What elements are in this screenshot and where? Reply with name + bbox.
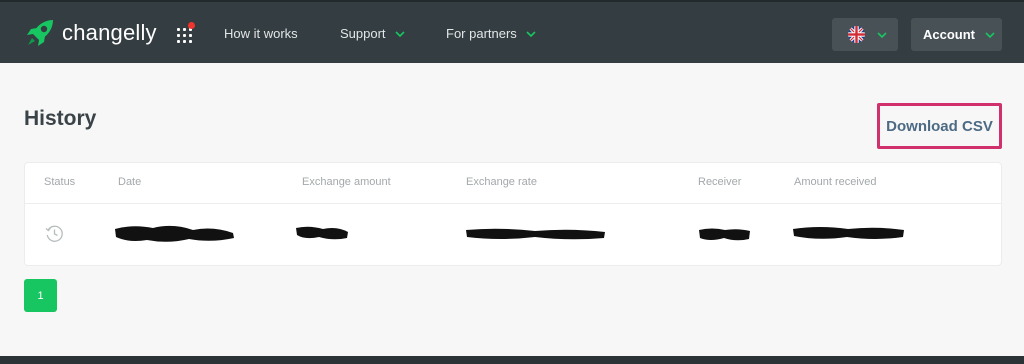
- brand-name: changelly: [62, 20, 157, 45]
- footer-bar: [0, 356, 1024, 364]
- redacted-exchange-amount: [296, 226, 348, 240]
- nav-label: How it works: [224, 26, 298, 41]
- uk-flag-icon: [848, 26, 865, 43]
- page-number: 1: [37, 289, 44, 302]
- account-button[interactable]: Account: [911, 18, 1002, 51]
- nav-support[interactable]: Support: [340, 26, 405, 41]
- notification-dot: [188, 22, 195, 29]
- redacted-amount-received: [793, 227, 904, 239]
- apps-grid-icon[interactable]: [177, 22, 195, 43]
- brand-logo[interactable]: changelly: [24, 16, 157, 50]
- nav-for-partners[interactable]: For partners: [446, 26, 536, 41]
- redacted-receiver: [699, 228, 750, 241]
- language-selector[interactable]: [832, 18, 898, 51]
- column-header-receiver: Receiver: [698, 176, 742, 188]
- top-header: changelly How it works Support For partn…: [0, 0, 1024, 63]
- pagination-page-button[interactable]: 1: [24, 279, 57, 312]
- account-label: Account: [923, 27, 975, 42]
- nav-how-it-works[interactable]: How it works: [224, 26, 298, 41]
- nav-label: Support: [340, 26, 386, 41]
- column-header-date: Date: [118, 176, 142, 188]
- chevron-down-icon: [985, 31, 995, 38]
- redacted-date: [115, 225, 234, 242]
- column-header-status: Status: [44, 176, 76, 188]
- nav-label: For partners: [446, 26, 517, 41]
- history-table: Status Date Exchange amount Exchange rat…: [24, 162, 1002, 266]
- download-csv-button[interactable]: Download CSV: [877, 103, 1002, 149]
- page-title: History: [24, 107, 97, 130]
- chevron-down-icon: [877, 31, 887, 38]
- redacted-exchange-rate: [466, 228, 605, 240]
- chevron-down-icon: [526, 30, 536, 37]
- clock-history-icon: [45, 225, 63, 242]
- chevron-down-icon: [394, 30, 405, 37]
- column-header-exchange-amount: Exchange amount: [302, 176, 391, 188]
- column-header-exchange-rate: Exchange rate: [466, 176, 537, 188]
- header-divider: [25, 203, 1001, 204]
- column-header-amount-received: Amount received: [794, 176, 877, 188]
- rocket-logo-icon: [27, 20, 53, 46]
- download-csv-label: Download CSV: [886, 117, 993, 135]
